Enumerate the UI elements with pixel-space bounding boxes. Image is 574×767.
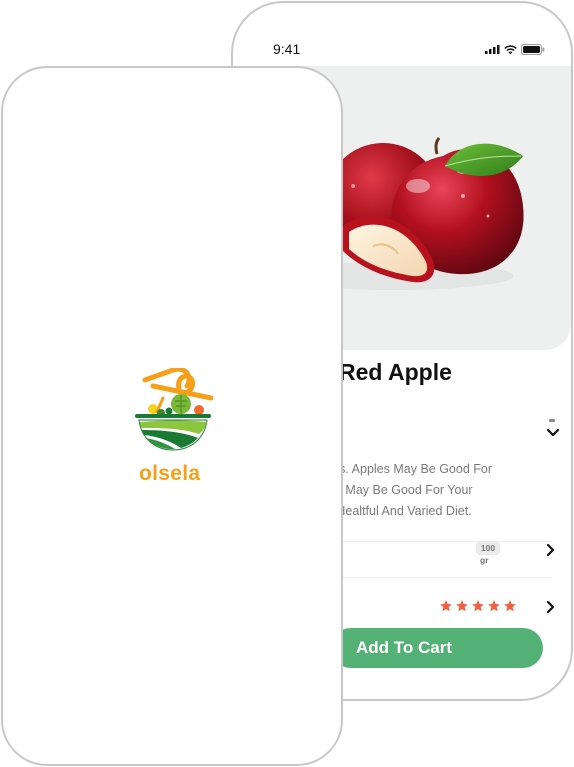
description-line: f A Healtful And Varied Diet. (319, 504, 472, 518)
product-title: Red Apple (339, 359, 452, 385)
star-icon (488, 600, 500, 612)
battery-icon (521, 44, 545, 55)
basket-logo-icon (135, 366, 214, 451)
chevron-down-icon[interactable] (546, 428, 560, 438)
nutrition-row[interactable]: 100 gr (328, 538, 558, 572)
product-description: tious. Apples May Be Good For ples May B… (319, 459, 551, 522)
rating-stars[interactable] (439, 599, 517, 613)
splash-screen: olsela (1, 66, 343, 766)
star-icon (504, 600, 516, 612)
brand-logo (133, 366, 214, 458)
nutrition-unit: gr (480, 555, 489, 565)
add-to-cart-button[interactable]: Add To Cart (331, 628, 543, 668)
description-line: ples May Be Good For Your (319, 483, 473, 497)
chevron-right-icon[interactable] (546, 600, 556, 614)
divider (328, 577, 552, 578)
favorite-icon[interactable] (549, 419, 555, 422)
status-time: 9:41 (273, 41, 301, 57)
star-icon (472, 600, 484, 612)
star-icon (440, 600, 452, 612)
star-icon (456, 600, 468, 612)
nutrition-badge: 100 (476, 541, 500, 555)
status-bar: 9:41 (233, 3, 571, 63)
wifi-icon (504, 44, 517, 54)
chevron-right-icon[interactable] (546, 543, 556, 557)
status-icons (485, 44, 545, 55)
description-line: tious. Apples May Be Good For (319, 462, 493, 476)
signal-icon (485, 45, 500, 54)
brand-name: olsela (139, 462, 201, 485)
